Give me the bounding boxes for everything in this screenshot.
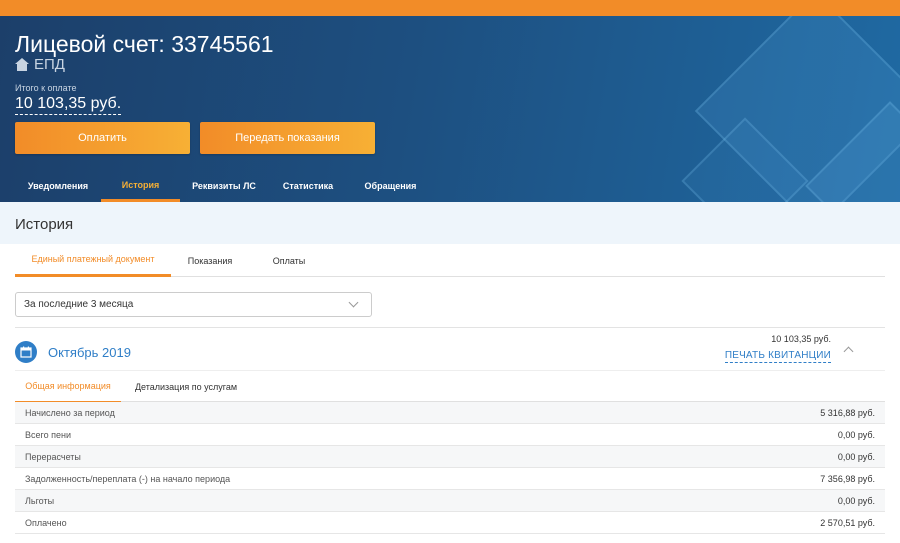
tab-payments[interactable]: Оплаты xyxy=(249,244,329,277)
table-row: Начислено за период 5 316,88 руб. xyxy=(15,402,885,424)
history-tabs: Единый платежный документ Показания Опла… xyxy=(15,244,885,277)
row-label: Задолженность/переплата (-) на начало пе… xyxy=(25,473,231,484)
table-row: Всего пени 0,00 руб. xyxy=(15,424,885,446)
nav-notifications[interactable]: Уведомления xyxy=(15,170,101,202)
subtab-general[interactable]: Общая информация xyxy=(15,371,121,403)
month-title[interactable]: Октябрь 2019 xyxy=(48,345,131,360)
nav-statistics[interactable]: Статистика xyxy=(268,170,348,202)
row-value: 0,00 руб. xyxy=(837,495,875,506)
total-amount[interactable]: 10 103,35 руб. xyxy=(15,95,122,115)
row-label: Всего пени xyxy=(25,429,71,440)
nav-requests[interactable]: Обращения xyxy=(348,170,433,202)
month-amount: 10 103,35 руб. xyxy=(771,334,831,344)
page-title: История xyxy=(15,216,74,233)
table-row: Льготы 0,00 руб. xyxy=(15,490,885,512)
table-row: Задолженность/переплата (-) на начало пе… xyxy=(15,468,885,490)
table-row: Оплачено 2 570,51 руб. xyxy=(15,512,885,534)
row-label: Льготы xyxy=(25,495,55,506)
submit-readings-button[interactable]: Передать показания xyxy=(200,122,375,154)
row-value: 5 316,88 руб. xyxy=(820,407,875,418)
chevron-down-icon xyxy=(348,297,359,308)
row-value: 0,00 руб. xyxy=(837,451,875,462)
chevron-up-icon[interactable] xyxy=(843,346,854,357)
account-type: ЕПД xyxy=(15,56,65,73)
month-header: Октябрь 2019 10 103,35 руб. ПЕЧАТЬ КВИТА… xyxy=(15,327,885,369)
month-subtabs: Общая информация Детализация по услугам xyxy=(15,370,885,403)
print-receipt-link[interactable]: ПЕЧАТЬ КВИТАНЦИИ xyxy=(724,350,831,363)
row-value: 7 356,98 руб. xyxy=(820,473,875,484)
row-value: 0,00 руб. xyxy=(837,429,875,440)
period-select[interactable]: За последние 3 месяца xyxy=(15,292,372,317)
total-label: Итого к оплате xyxy=(15,83,77,93)
pay-button[interactable]: Оплатить xyxy=(15,122,190,154)
row-label: Оплачено xyxy=(25,517,67,528)
calendar-icon xyxy=(15,341,37,363)
tab-readings[interactable]: Показания xyxy=(171,244,249,277)
account-nav: Уведомления История Реквизиты ЛС Статист… xyxy=(0,170,900,202)
row-value: 2 570,51 руб. xyxy=(820,517,875,528)
row-label: Начислено за период xyxy=(25,407,115,418)
row-label: Перерасчеты xyxy=(25,451,81,462)
account-type-label: ЕПД xyxy=(34,56,65,73)
home-icon xyxy=(15,58,29,71)
account-title: Лицевой счет: 33745561 xyxy=(15,31,274,57)
tab-epd[interactable]: Единый платежный документ xyxy=(15,244,171,277)
nav-requisites[interactable]: Реквизиты ЛС xyxy=(180,170,268,202)
history-header: История xyxy=(0,202,900,244)
period-select-value: За последние 3 месяца xyxy=(24,299,134,310)
nav-history[interactable]: История xyxy=(101,170,180,202)
top-orange-strip xyxy=(0,0,900,16)
summary-table: Начислено за период 5 316,88 руб. Всего … xyxy=(15,402,885,534)
table-row: Перерасчеты 0,00 руб. xyxy=(15,446,885,468)
subtab-details[interactable]: Детализация по услугам xyxy=(121,371,251,403)
account-header: Лицевой счет: 33745561 ЕПД Итого к оплат… xyxy=(0,16,900,202)
